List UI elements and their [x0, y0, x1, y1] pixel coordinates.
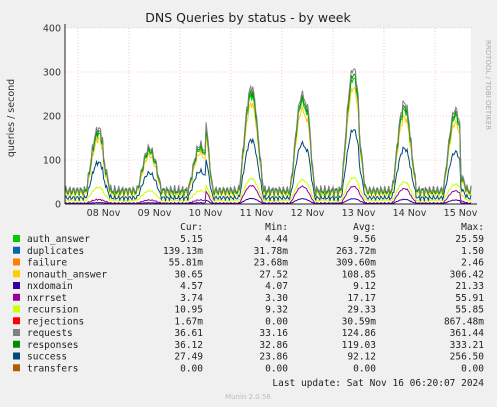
- legend-max-duplicates: 1.50: [461, 246, 484, 257]
- legend-min-success: 23.86: [259, 352, 288, 363]
- legend-avg-rejections: 30.59m: [342, 316, 377, 327]
- legend-min-transfers: 0.00: [265, 363, 288, 374]
- y-tick-label-0: 0: [55, 200, 61, 211]
- legend-min-nonauth_answer: 27.52: [259, 269, 288, 280]
- legend-label-responses: responses: [27, 340, 78, 351]
- legend-cur-nxdomain: 4.57: [180, 281, 203, 292]
- legend-max-responses: 333.21: [450, 340, 485, 351]
- legend-label-requests: requests: [27, 328, 73, 339]
- legend-cur-auth_answer: 5.15: [180, 234, 203, 245]
- legend-cur-failure: 55.81m: [169, 258, 204, 269]
- legend-label-nxdomain: nxdomain: [27, 281, 73, 292]
- legend-column-header-4: Max:: [461, 222, 484, 233]
- legend-cur-rejections: 1.67m: [174, 316, 203, 327]
- legend-swatch-nonauth_answer: [13, 270, 20, 278]
- x-tick-label-4: 12 Nov: [291, 208, 325, 219]
- legend-column-header-2: Min:: [265, 222, 288, 233]
- legend-label-duplicates: duplicates: [27, 246, 84, 257]
- legend-swatch-requests: [13, 329, 20, 336]
- legend-swatch-auth_answer: [13, 235, 20, 242]
- legend-min-nxrrset: 3.30: [265, 293, 288, 304]
- legend-swatch-nxdomain: [13, 282, 20, 289]
- legend-cur-recursion: 10.95: [174, 305, 203, 316]
- legend-cur-duplicates: 139.13m: [163, 246, 203, 257]
- legend-swatch-recursion: [13, 305, 20, 313]
- x-tick-label-2: 10 Nov: [189, 208, 223, 219]
- legend-max-nxrrset: 55.91: [455, 293, 484, 304]
- legend-max-success: 256.50: [450, 352, 485, 363]
- legend-min-auth_answer: 4.44: [265, 234, 288, 245]
- legend-max-nxdomain: 21.33: [455, 281, 484, 292]
- legend-cur-nonauth_answer: 30.65: [174, 269, 203, 280]
- legend-avg-nxrrset: 17.17: [347, 293, 376, 304]
- y-tick-label-2: 200: [43, 112, 61, 123]
- legend-swatch-rejections: [13, 317, 20, 325]
- legend-swatch-duplicates: [13, 246, 20, 254]
- x-tick-label-7: 15 Nov: [444, 208, 478, 219]
- legend-column-header-3: Avg:: [353, 222, 376, 233]
- legend-max-nonauth_answer: 306.42: [450, 269, 484, 280]
- legend: Cur: Min: Avg: Max:auth_answer 5.15 4.44 9.56 2…: [13, 222, 484, 374]
- legend-swatch-success: [13, 352, 20, 360]
- x-tick-label-1: 09 Nov: [138, 208, 172, 219]
- legend-label-nxrrset: nxrrset: [27, 293, 67, 304]
- legend-cur-success: 27.49: [174, 352, 203, 363]
- x-tick-label-6: 14 Nov: [393, 208, 427, 219]
- legend-swatch-failure: [13, 258, 20, 266]
- legend-label-recursion: recursion: [27, 305, 78, 316]
- legend-avg-requests: 124.86: [342, 328, 377, 339]
- legend-min-failure: 23.68m: [254, 258, 289, 269]
- legend-column-header-1: Cur:: [180, 222, 203, 233]
- chart-title: DNS Queries by status - by week: [145, 10, 351, 25]
- legend-avg-transfers: 0.00: [353, 363, 376, 374]
- legend-cur-requests: 36.61: [174, 328, 203, 339]
- dns-queries-chart: DNS Queries by status - by week RRDTOOL …: [6, 10, 492, 401]
- legend-cur-transfers: 0.00: [180, 363, 203, 374]
- legend-min-nxdomain: 4.07: [265, 281, 288, 292]
- legend-avg-failure: 309.60m: [336, 258, 376, 269]
- legend-label-auth_answer: auth_answer: [27, 234, 90, 245]
- munin-graph: DNS Queries by status - by week RRDTOOL …: [0, 0, 497, 407]
- legend-avg-recursion: 29.33: [347, 305, 376, 316]
- y-tick-label-3: 300: [43, 68, 61, 79]
- legend-min-responses: 32.86: [259, 340, 288, 351]
- legend-max-auth_answer: 25.59: [455, 234, 484, 245]
- legend-max-rejections: 867.48m: [444, 316, 484, 327]
- legend-avg-duplicates: 263.72m: [336, 246, 376, 257]
- x-tick-label-0: 08 Nov: [87, 208, 121, 219]
- legend-label-transfers: transfers: [27, 363, 78, 374]
- legend-max-recursion: 55.85: [455, 305, 484, 316]
- legend-label-nonauth_answer: nonauth_answer: [27, 269, 107, 280]
- legend-min-duplicates: 31.78m: [254, 246, 289, 257]
- x-tick-label-3: 11 Nov: [240, 208, 274, 219]
- legend-min-rejections: 0.00: [265, 316, 288, 327]
- last-update-text: Last update: Sat Nov 16 06:20:07 2024: [272, 378, 484, 389]
- legend-min-requests: 33.16: [259, 328, 288, 339]
- legend-avg-responses: 119.03: [342, 340, 376, 351]
- legend-max-transfers: 0.00: [461, 363, 484, 374]
- legend-min-recursion: 9.32: [265, 305, 288, 316]
- legend-cur-nxrrset: 3.74: [180, 293, 203, 304]
- legend-avg-auth_answer: 9.56: [353, 234, 376, 245]
- legend-max-requests: 361.44: [450, 328, 485, 339]
- legend-swatch-nxrrset: [13, 293, 20, 301]
- legend-label-rejections: rejections: [27, 316, 84, 327]
- munin-version: Munin 2.0.56: [225, 393, 271, 401]
- y-tick-label-4: 400: [43, 24, 61, 35]
- legend-swatch-transfers: [13, 364, 20, 372]
- legend-avg-nxdomain: 9.12: [353, 281, 376, 292]
- legend-max-failure: 2.46: [461, 258, 484, 269]
- x-tick-label-5: 13 Nov: [342, 208, 376, 219]
- legend-avg-success: 92.12: [347, 352, 376, 363]
- legend-avg-nonauth_answer: 108.85: [342, 269, 376, 280]
- rrdtool-watermark: RRDTOOL / TOBI OETIKER: [484, 40, 492, 130]
- legend-cur-responses: 36.12: [174, 340, 203, 351]
- legend-label-success: success: [27, 352, 67, 363]
- legend-swatch-responses: [13, 340, 20, 348]
- y-axis-label: queries / second: [6, 79, 17, 157]
- y-tick-label-1: 100: [43, 156, 61, 167]
- legend-label-failure: failure: [27, 258, 67, 269]
